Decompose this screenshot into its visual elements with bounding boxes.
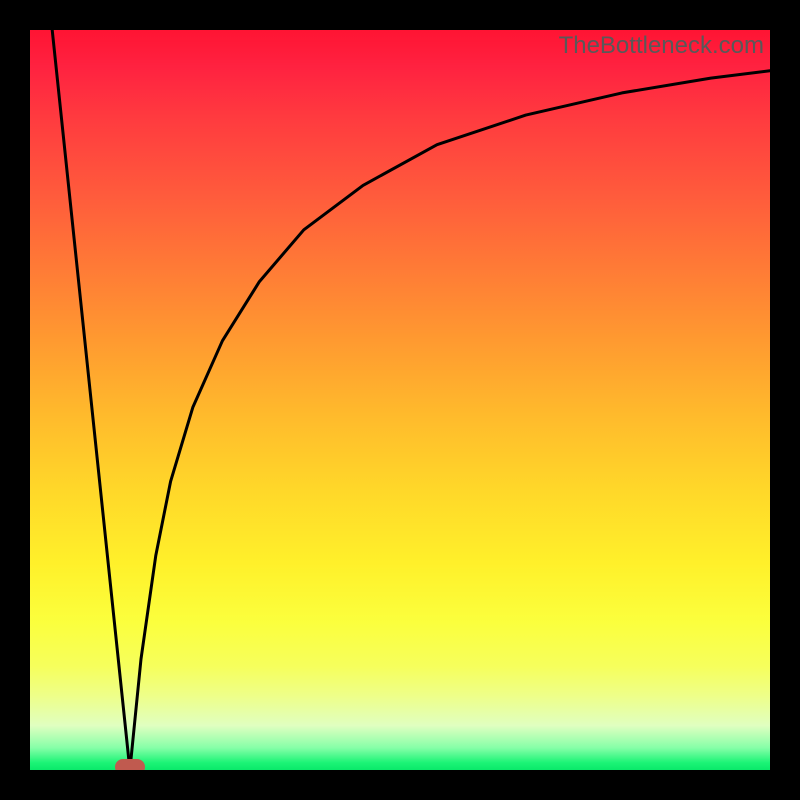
series-left-line [52,30,130,770]
bottleneck-curve [30,30,770,770]
plot-area: TheBottleneck.com [30,30,770,770]
series-right-curve [130,71,770,770]
chart-frame: TheBottleneck.com [0,0,800,800]
minimum-marker [115,759,145,770]
